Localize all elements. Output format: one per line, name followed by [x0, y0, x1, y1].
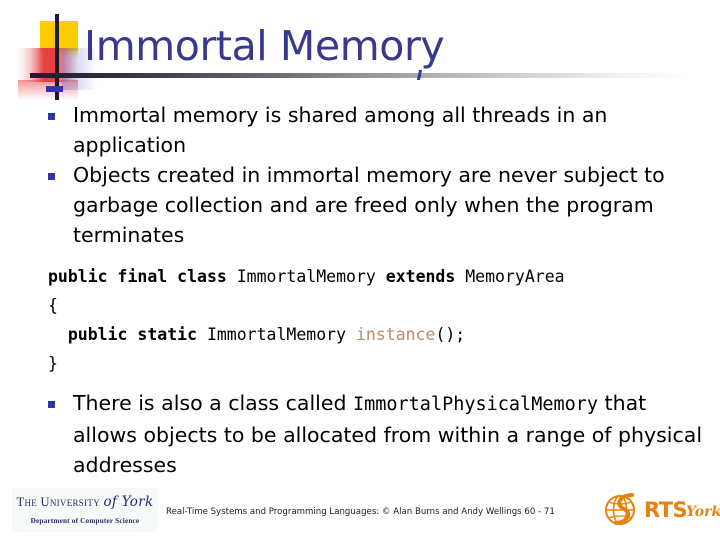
footer-citation: Real-Time Systems and Programming Langua…: [166, 507, 555, 517]
code-line-1: public final class ImmortalMemory extend…: [48, 267, 565, 286]
university-logo-department: Department of Computer Science: [30, 517, 140, 525]
code-method-instance: instance: [355, 325, 436, 344]
code-block: public final class ImmortalMemory extend…: [0, 262, 720, 378]
code-keyword-public-static: public static: [67, 325, 197, 344]
code-type-memoryarea: MemoryArea: [465, 267, 565, 286]
slide-footer: The University of York Department of Com…: [0, 480, 720, 540]
bullet-marker-icon: [48, 113, 55, 120]
code-line-2: {: [48, 296, 58, 315]
university-logo-title: The University of York: [12, 494, 158, 510]
bullet-item-2: Objects created in immortal memory are n…: [0, 160, 720, 250]
slide-title: Immortal Memory: [84, 22, 445, 70]
bullet-3-lead: There is also a class called: [73, 391, 353, 415]
code-line-4: }: [48, 354, 58, 373]
bullet-marker-icon: [48, 401, 55, 408]
globe-icon: [605, 493, 635, 525]
rts-logo: RTS York: [600, 484, 720, 534]
ornament-blue-bar: [46, 86, 63, 92]
university-logo-title-script: of York: [103, 494, 154, 510]
slide-body: Immortal memory is shared among all thre…: [0, 100, 720, 480]
code-punctuation: ();: [435, 325, 466, 344]
code-type-immortalmemory: ImmortalMemory: [236, 267, 376, 286]
code-line-3: public static ImmortalMemory instance();: [68, 325, 465, 344]
bullet-text-3: There is also a class called ImmortalPhy…: [73, 388, 702, 480]
code-keyword-extends: extends: [385, 267, 456, 286]
code-type-immortalmemory: ImmortalMemory: [206, 325, 347, 344]
bullet-3-code-term: ImmortalPhysicalMemory: [352, 394, 599, 415]
university-logo-title-pre: The University: [16, 495, 104, 509]
rts-york-script: York: [686, 504, 720, 520]
bullet-text-2: Objects created in immortal memory are n…: [73, 163, 665, 247]
bullet-item-3: There is also a class called ImmortalPhy…: [0, 388, 720, 480]
code-keyword-public-final-class: public final class: [48, 267, 227, 286]
rts-wordmark: RTS: [644, 498, 688, 522]
bullet-text-1: Immortal memory is shared among all thre…: [73, 103, 608, 157]
university-of-york-logo: The University of York Department of Com…: [12, 488, 158, 532]
bullet-item-1: Immortal memory is shared among all thre…: [0, 100, 720, 160]
bullet-marker-icon: [48, 173, 55, 180]
title-divider: [30, 73, 690, 78]
